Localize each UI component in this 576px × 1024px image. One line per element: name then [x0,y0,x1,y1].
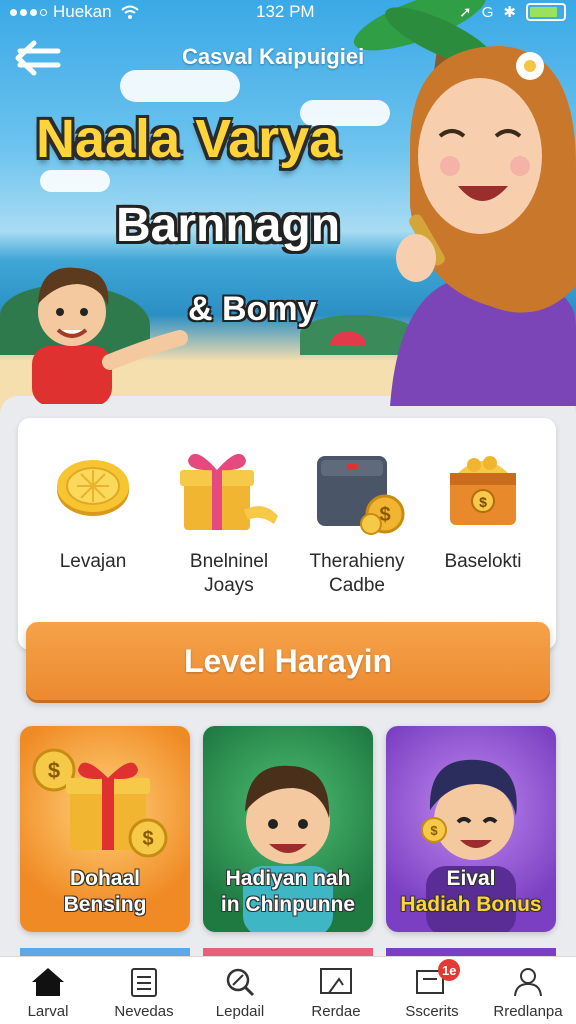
signal-strength-icon [10,8,47,16]
bottom-nav: Larval Nevedas Lepdail Rerdae 1e Sscerit… [0,956,576,1024]
g-icon: G [481,3,494,21]
nav-label: Lepdail [215,1003,265,1020]
reward-item[interactable]: $ Baselokti [418,438,548,574]
promo-line1: Dohaal [69,867,140,890]
document-list-icon [131,968,157,997]
carrier-name: Huekan [53,2,112,21]
promo-text: Hadiyan nah in Chinpunne [203,866,373,918]
svg-text:$: $ [142,828,153,850]
woman-illustration [390,46,576,406]
nav-item-profile[interactable]: Rredlanpa [480,957,576,1024]
nav-item-notifications[interactable]: 1e Sscerits [384,957,480,1024]
nav-item-search[interactable]: Lepdail [192,957,288,1024]
safe-icon: $ [317,456,405,535]
home-icon [32,968,64,996]
nav-item-home[interactable]: Larval [0,957,96,1024]
status-bar: Huekan 132 PM ➚ G ✱ [0,0,576,24]
nav-item-list[interactable]: Nevedas [96,957,192,1024]
status-time: 132 PM [256,2,315,21]
reward-item[interactable]: $ Therahieny Cadbe [292,438,422,598]
promo-card[interactable]: $ Eival Hadiah Bonus [386,726,556,932]
reward-label: Levajan [59,551,127,572]
reward-label: Bnelninel Joays [189,551,269,596]
nav-label: Larval [27,1003,69,1020]
nav-item-gallery[interactable]: Rerdae [288,957,384,1024]
reward-item[interactable]: Bnelninel Joays [164,438,294,598]
search-magnifier-icon [226,968,255,997]
hero-subtitle: Barnnagn [116,199,341,252]
notification-badge: 1e [438,959,461,981]
reward-label: Therahieny Cadbe [309,551,405,596]
reward-label: Baselokti [444,551,522,572]
wifi-icon [120,5,139,19]
svg-text:$: $ [48,758,60,783]
svg-text:$: $ [479,494,487,510]
boy-illustration [32,267,188,404]
promo-line1: Eival [446,867,496,890]
promo-line2: Bensing [63,893,147,916]
cloud [120,70,240,102]
promo-line2: in Chinpunne [220,893,356,916]
svg-text:$: $ [430,823,438,838]
hero-subtitle-2: & Bomy [188,290,317,328]
picture-frame-icon [320,968,352,994]
promo-text: Dohaal Bensing [20,866,190,918]
bluetooth-icon: ✱ [503,4,516,21]
page-title: Casval Kaipuigiei [182,44,365,69]
cloud [40,170,110,192]
promo-card[interactable]: $ $ Dohaal Bensing [20,726,190,932]
treasure-chest-icon: $ [450,456,516,525]
nav-label: Sscerits [405,1003,459,1020]
beach-umbrella [330,332,366,346]
promo-card[interactable]: Hadiyan nah in Chinpunne [203,726,373,932]
coin-icon [57,460,129,516]
hero-title: Naala Varya [36,109,340,169]
reward-item[interactable]: Levajan [28,438,158,574]
rewards-card: Levajan Bnelninel Joays $ Therahieny Cad… [18,418,556,650]
card-strip [20,948,190,956]
level-button[interactable]: Level Harayin [26,622,550,700]
location-icon: ➚ [459,4,472,21]
nav-label: Nevedas [114,1003,174,1020]
nav-label: Rerdae [311,1003,361,1020]
nav-label: Rredlanpa [493,1003,563,1020]
card-strip [203,948,373,956]
profile-icon [514,968,542,997]
back-button[interactable] [14,38,62,78]
promo-line1: Hadiyan nah [225,867,351,890]
back-arrow-icon [15,40,61,76]
gift-box-icon [180,453,278,530]
card-strip [386,948,556,956]
promo-text: Eival Hadiah Bonus [386,866,556,918]
promo-line2: Hadiah Bonus [400,893,542,916]
battery-icon [526,3,566,21]
